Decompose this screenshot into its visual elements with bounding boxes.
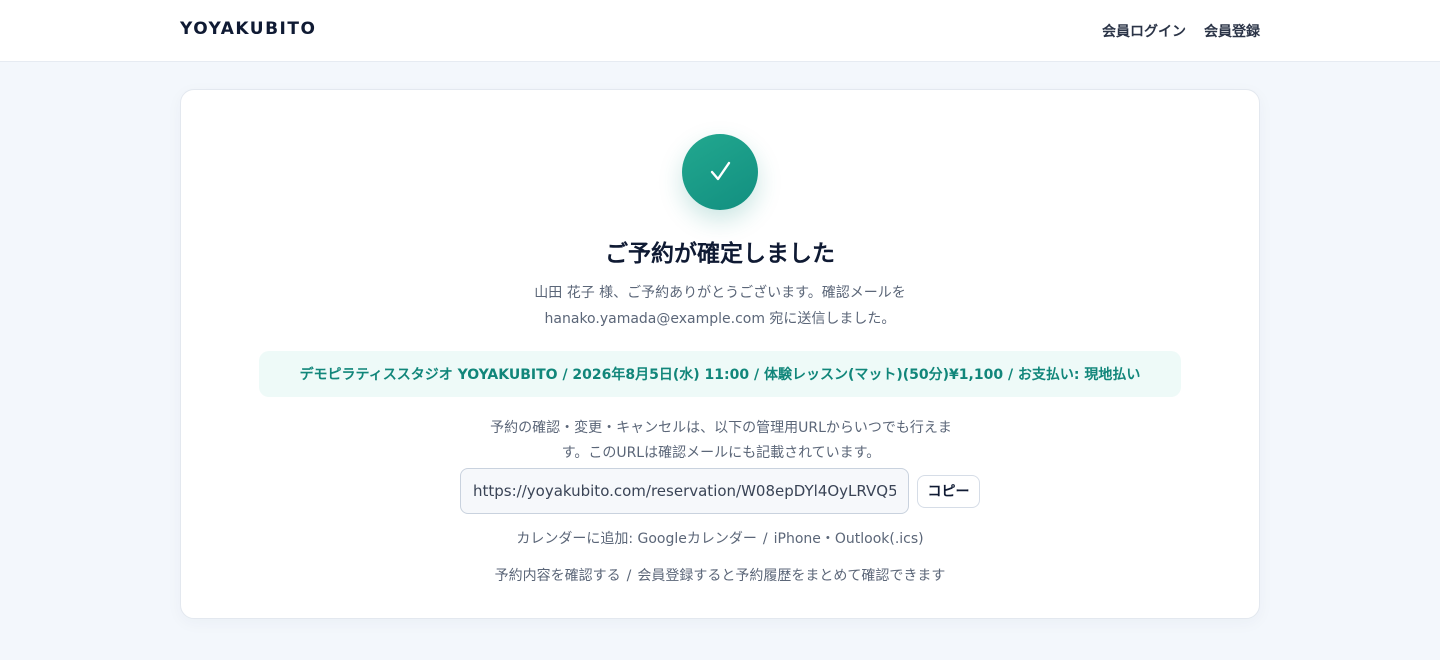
confirmation-message-line2: hanako.yamada@example.com 宛に送信しました。 [544, 311, 896, 327]
calendar-separator: / [762, 531, 768, 547]
top-nav: 会員ログイン 会員登録 [1102, 21, 1260, 41]
manage-url-row: コピー [460, 468, 980, 514]
member-register-link[interactable]: 会員登録 [1204, 21, 1260, 41]
google-calendar-link[interactable]: Googleカレンダー [638, 531, 757, 547]
confirmation-message-line1: 山田 花子 様、ご予約ありがとうございます。確認メールを [534, 285, 906, 301]
bottom-separator: / [626, 568, 632, 584]
confirmation-card: ご予約が確定しました 山田 花子 様、ご予約ありがとうございます。確認メールを … [180, 89, 1260, 619]
add-to-calendar: カレンダーに追加: Googleカレンダー / iPhone・Outlook(.ic… [181, 528, 1259, 548]
member-login-link[interactable]: 会員ログイン [1102, 21, 1186, 41]
view-reservation-link[interactable]: 予約内容を確認する [495, 568, 621, 584]
register-for-history-link[interactable]: 会員登録すると予約履歴をまとめて確認できます [637, 568, 945, 584]
manage-url-note-line2: す。このURLは確認メールにも記載されています。 [561, 445, 881, 461]
brand-logo[interactable]: YOYAKUBITO [180, 19, 316, 39]
check-icon [710, 161, 731, 181]
manage-url-note-line1: 予約の確認・変更・キャンセルは、以下の管理用URLからいつでも行えま [490, 420, 952, 436]
bottom-links: 予約内容を確認する / 会員登録すると予約履歴をまとめて確認できます [181, 565, 1259, 585]
confirmation-message: 山田 花子 様、ご予約ありがとうございます。確認メールを hanako.yama… [181, 280, 1259, 332]
success-badge [682, 134, 758, 210]
page-title: ご予約が確定しました [605, 241, 835, 267]
manage-url-field[interactable] [460, 468, 909, 514]
copy-button[interactable]: コピー [917, 474, 980, 508]
reservation-summary: デモピラティススタジオ YOYAKUBITO / 2026年8月5日(水) 11… [259, 351, 1181, 397]
top-header: YOYAKUBITO 会員ログイン 会員登録 [0, 0, 1440, 62]
calendar-prefix: カレンダーに追加: [516, 531, 634, 547]
manage-url-note: 予約の確認・変更・キャンセルは、以下の管理用URLからいつでも行えま す。このU… [481, 416, 961, 466]
ics-download-link[interactable]: iPhone・Outlook(.ics) [774, 531, 924, 547]
